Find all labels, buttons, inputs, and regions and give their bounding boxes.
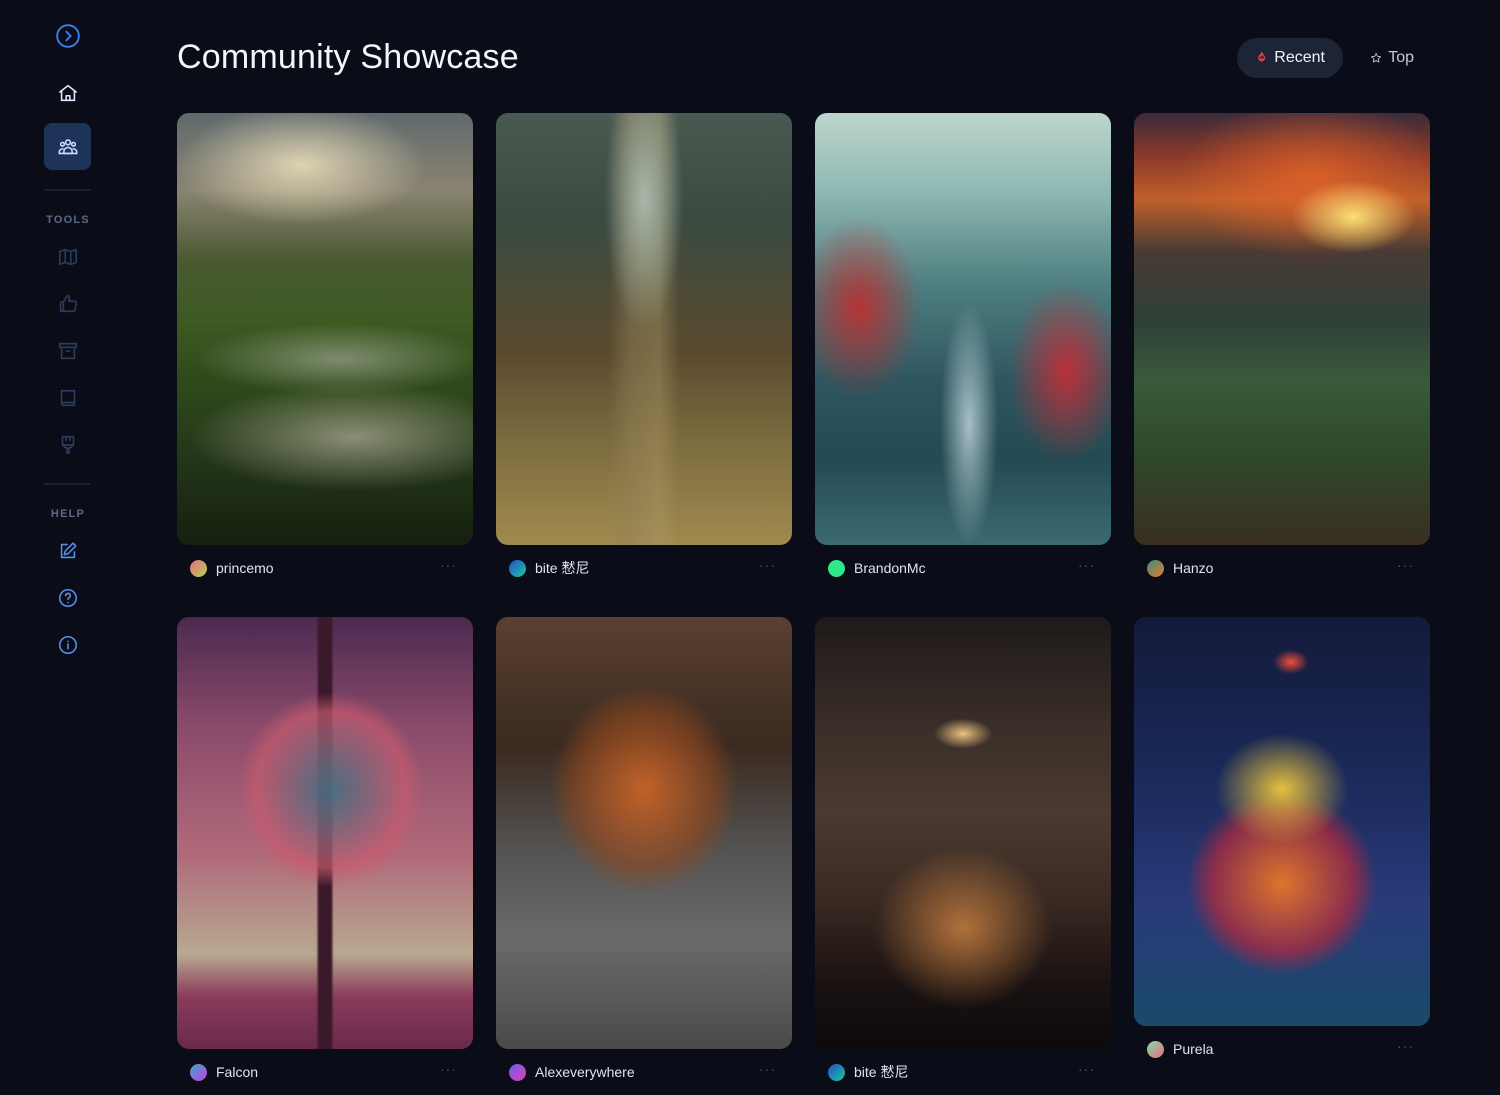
sidebar-toggle-button[interactable] [44,12,91,59]
tools-section-label: TOOLS [46,214,90,226]
home-icon [58,84,77,101]
avatar[interactable] [828,1063,845,1081]
showcase-card[interactable]: Hanzo ··· [1134,113,1430,591]
more-options-button[interactable]: ··· [759,557,776,573]
showcase-image[interactable] [815,617,1111,1049]
sidebar: TOOLS HELP [0,0,136,1094]
sidebar-item-book[interactable] [44,374,91,421]
avatar[interactable] [190,559,207,577]
chevron-right-circle-icon [55,23,80,48]
avatar[interactable] [190,1063,207,1081]
more-options-button[interactable]: ··· [1078,557,1095,573]
showcase-image[interactable] [1134,113,1430,545]
sidebar-item-like[interactable] [44,280,91,327]
sidebar-item-community[interactable] [44,123,91,170]
sidebar-item-archive[interactable] [44,327,91,374]
brush-icon [61,435,74,454]
help-section-label: HELP [50,508,86,520]
showcase-image[interactable] [1134,617,1430,1026]
sidebar-divider [44,483,91,485]
card-meta: bite 慭尼 ··· [496,545,792,591]
more-options-button[interactable]: ··· [1397,1038,1414,1054]
more-options-button[interactable]: ··· [1078,1061,1095,1077]
sidebar-divider [44,189,91,191]
sort-top-button[interactable]: Top [1352,38,1432,78]
archive-icon [58,342,77,359]
showcase-image[interactable] [496,113,792,545]
sidebar-item-brush[interactable] [44,421,91,468]
username[interactable]: Purela [1173,1041,1213,1057]
username[interactable]: Falcon [216,1064,258,1080]
card-meta: Falcon ··· [177,1049,473,1095]
avatar[interactable] [509,1063,526,1081]
avatar[interactable] [828,559,845,577]
card-meta: BrandonMc ··· [815,545,1111,591]
card-meta: princemo ··· [177,545,473,591]
showcase-card[interactable]: Falcon ··· [177,617,473,1095]
edit-icon [60,541,77,558]
showcase-image[interactable] [177,617,473,1049]
map-icon [58,248,77,265]
more-options-button[interactable]: ··· [440,557,457,573]
sidebar-item-feedback[interactable] [44,527,91,574]
more-options-button[interactable]: ··· [1397,557,1414,573]
card-meta: Purela ··· [1134,1026,1430,1072]
users-icon [58,138,77,154]
showcase-image[interactable] [496,617,792,1049]
username[interactable]: Alexeverywhere [535,1064,635,1080]
showcase-card[interactable]: BrandonMc ··· [815,113,1111,591]
username[interactable]: bite 慭尼 [535,558,589,578]
sidebar-item-home[interactable] [44,69,91,116]
sort-recent-label: Recent [1274,49,1325,66]
flame-icon [1258,51,1266,62]
star-icon [1371,52,1382,63]
showcase-card[interactable]: princemo ··· [177,113,473,591]
avatar[interactable] [509,559,526,577]
sort-top-label: Top [1388,49,1414,66]
showcase-image[interactable] [815,113,1111,545]
username[interactable]: BrandonMc [854,560,926,576]
page-title: Community Showcase [177,38,519,76]
showcase-card[interactable]: bite 慭尼 ··· [815,617,1111,1095]
card-meta: Hanzo ··· [1134,545,1430,591]
card-meta: bite 慭尼 ··· [815,1049,1111,1095]
username[interactable]: princemo [216,560,274,576]
avatar[interactable] [1147,1040,1164,1058]
thumbs-up-icon [59,294,77,312]
sidebar-item-faq[interactable] [44,574,91,621]
username[interactable]: bite 慭尼 [854,1062,908,1082]
book-icon [60,389,75,406]
showcase-card[interactable]: Alexeverywhere ··· [496,617,792,1095]
sidebar-item-about[interactable] [44,621,91,668]
showcase-card[interactable]: Purela ··· [1134,617,1430,1072]
info-icon [58,635,77,654]
card-meta: Alexeverywhere ··· [496,1049,792,1095]
sidebar-item-map[interactable] [44,233,91,280]
username[interactable]: Hanzo [1173,560,1213,576]
more-options-button[interactable]: ··· [440,1061,457,1077]
showcase-card[interactable]: bite 慭尼 ··· [496,113,792,591]
avatar[interactable] [1147,559,1164,577]
help-circle-icon [58,588,77,607]
more-options-button[interactable]: ··· [759,1061,776,1077]
sort-recent-button[interactable]: Recent [1237,38,1343,78]
showcase-image[interactable] [177,113,473,545]
